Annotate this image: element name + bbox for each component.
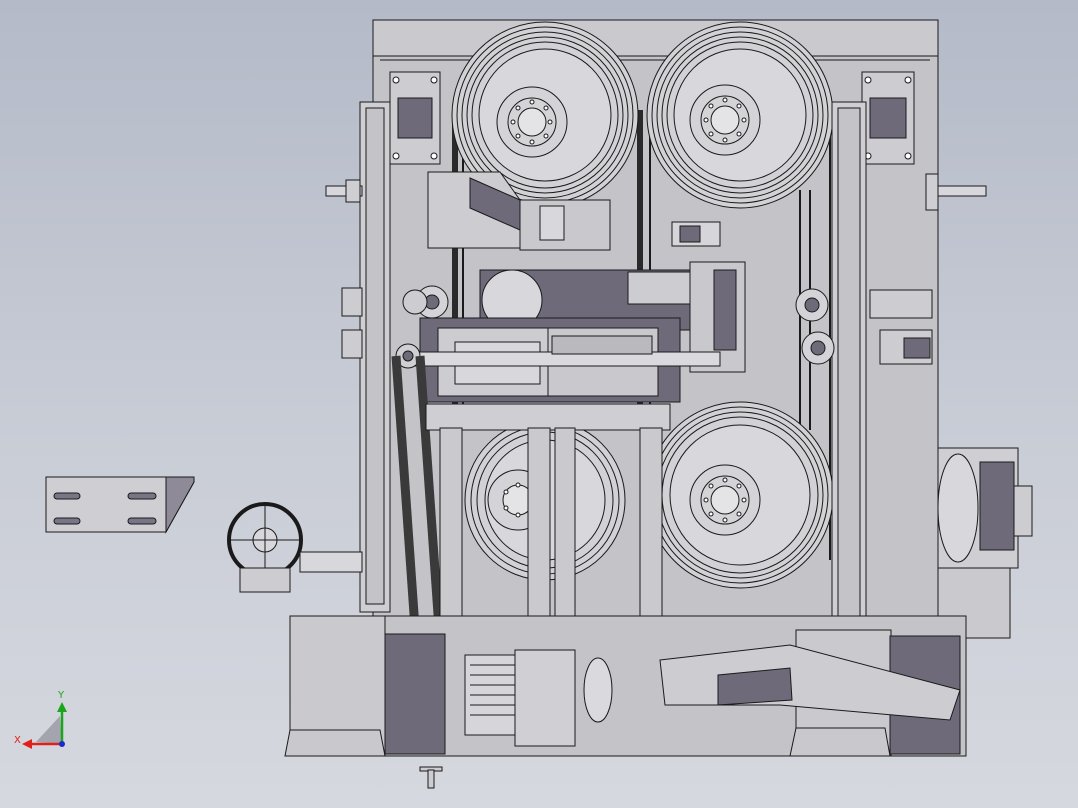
right-mount-plate xyxy=(861,71,915,165)
right-adjust-pin xyxy=(925,173,987,211)
top-cover xyxy=(372,19,939,57)
drive-carriage xyxy=(399,317,721,403)
triad-plane xyxy=(36,716,62,744)
work-table xyxy=(425,403,671,431)
detached-bracket-part xyxy=(45,476,195,534)
coordinate-triad: X Y xyxy=(14,690,67,749)
right-drive-motor xyxy=(937,447,1033,639)
belt-sander-assembly xyxy=(227,19,1033,789)
triad-y-label: Y xyxy=(57,690,65,701)
z-axis-dot xyxy=(59,741,65,747)
upper-right-contact-wheel xyxy=(646,21,834,209)
lower-right-contact-wheel xyxy=(646,401,834,589)
loose-bolt-part xyxy=(419,766,443,789)
cad-viewport[interactable]: X Y xyxy=(0,0,1078,808)
left-handwheel xyxy=(227,502,363,593)
left-adjust-pin xyxy=(325,179,363,203)
triad-x-label: X xyxy=(14,735,21,746)
left-mount-plate xyxy=(389,71,441,165)
